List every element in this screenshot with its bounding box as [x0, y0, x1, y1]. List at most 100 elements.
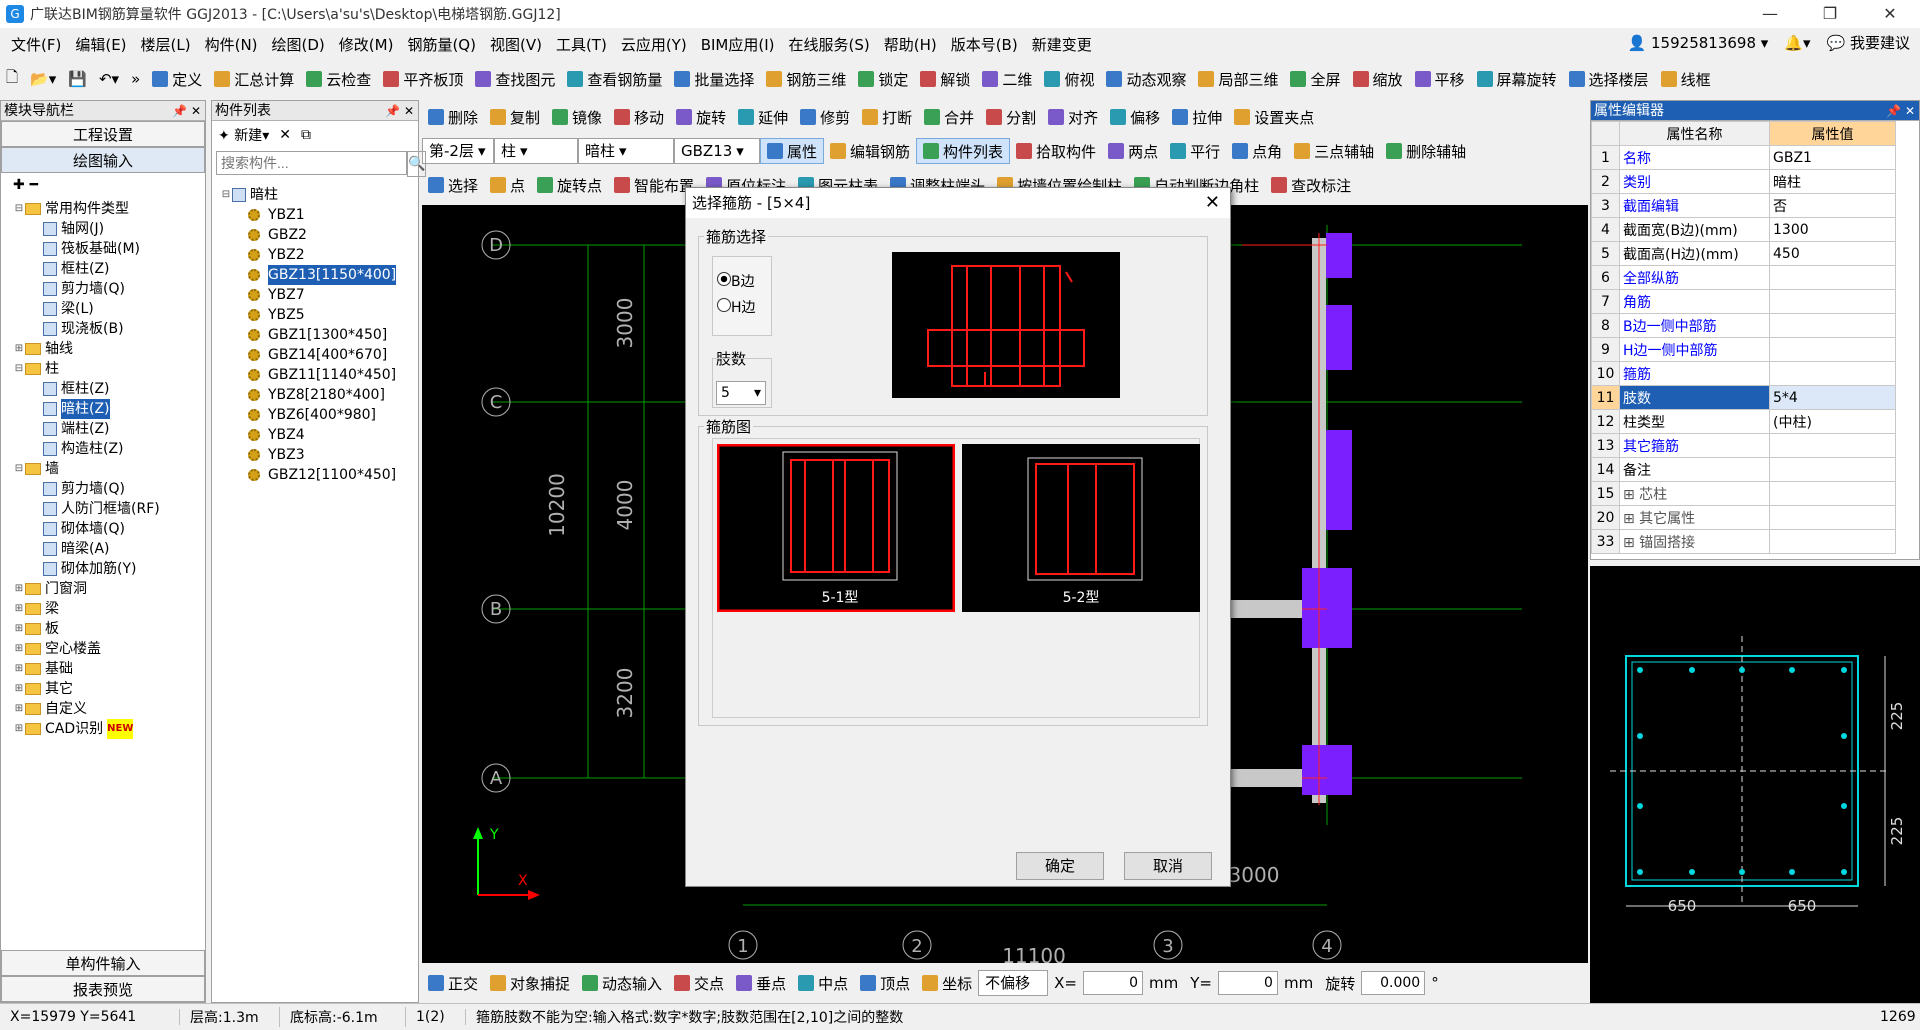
- nav-tree-item[interactable]: 筏板基础(M): [13, 239, 205, 259]
- snap-button-5[interactable]: 中点: [792, 970, 854, 996]
- nav-tree-item[interactable]: ⊞ 空心楼盖: [13, 639, 205, 659]
- nav-tree-item[interactable]: 砌体墙(Q): [13, 519, 205, 539]
- tb2-button-5[interactable]: 延伸: [732, 104, 794, 130]
- tb1-button-11[interactable]: 俯视: [1038, 66, 1100, 92]
- menu-item-3[interactable]: 构件(N): [198, 34, 265, 55]
- prop-value[interactable]: 450: [1769, 241, 1896, 266]
- new-component-button[interactable]: ✦ 新建▾: [218, 125, 269, 145]
- stirrup-type-5-1[interactable]: 5-1型: [717, 444, 955, 612]
- component-item[interactable]: YBZ3: [220, 445, 418, 465]
- prop-value[interactable]: [1769, 337, 1896, 362]
- radio-h-side[interactable]: H边: [717, 295, 771, 321]
- tb1-button-4[interactable]: 查找图元: [469, 66, 561, 92]
- property-row[interactable]: 11 肢数 5*4: [1591, 385, 1896, 410]
- project-settings-button[interactable]: 工程设置: [1, 121, 205, 147]
- nav-tree-item[interactable]: 剪力墙(Q): [13, 479, 205, 499]
- prop-value[interactable]: 5*4: [1769, 385, 1896, 410]
- element-select[interactable]: GBZ13 ▾: [674, 138, 760, 164]
- floor-select[interactable]: 第-2层 ▾: [422, 138, 494, 164]
- tb2-button-0[interactable]: 删除: [422, 104, 484, 130]
- prop-value[interactable]: 否: [1769, 193, 1896, 218]
- offset-select[interactable]: 不偏移: [978, 970, 1049, 996]
- close-window-button[interactable]: ✕: [1860, 0, 1920, 28]
- nav-tree-item[interactable]: 轴网(J): [13, 219, 205, 239]
- tb2-button-7[interactable]: 打断: [856, 104, 918, 130]
- menu-item-1[interactable]: 编辑(E): [68, 34, 133, 55]
- nav-tree-item[interactable]: ⊞ 基础: [13, 659, 205, 679]
- tb1-button-15[interactable]: 缩放: [1347, 66, 1409, 92]
- radio-b-side[interactable]: B边: [717, 269, 771, 295]
- x-input[interactable]: 0: [1082, 971, 1143, 995]
- tb3-button-4[interactable]: 两点: [1102, 138, 1164, 164]
- nav-tree-item[interactable]: 暗柱(Z): [13, 399, 205, 419]
- snap-button-3[interactable]: 交点: [668, 970, 730, 996]
- snap-button-6[interactable]: 顶点: [854, 970, 916, 996]
- prop-value[interactable]: [1769, 265, 1896, 290]
- snap-button-2[interactable]: 动态输入: [576, 970, 668, 996]
- type-select[interactable]: 柱 ▾: [494, 138, 578, 164]
- component-item[interactable]: GBZ1[1300*450]: [220, 325, 418, 345]
- tree-expand-controls[interactable]: ✚ ━: [1, 173, 205, 199]
- menu-item-6[interactable]: 钢筋量(Q): [400, 34, 483, 55]
- property-row[interactable]: 1 名称 GBZ1: [1591, 145, 1896, 170]
- tb3-button-8[interactable]: 删除辅轴: [1380, 138, 1472, 164]
- leg-count-select[interactable]: 5 ▾: [716, 381, 766, 405]
- property-row[interactable]: 20 ⊞ 其它属性: [1591, 505, 1896, 530]
- menu-item-13[interactable]: 版本号(B): [944, 34, 1025, 55]
- single-input-button[interactable]: 单构件输入: [1, 950, 205, 976]
- prop-value[interactable]: 暗柱: [1769, 169, 1896, 194]
- menu-item-8[interactable]: 工具(T): [549, 34, 614, 55]
- nav-tree-item[interactable]: ⊞ 板: [13, 619, 205, 639]
- component-item[interactable]: YBZ5: [220, 305, 418, 325]
- nav-tree-item[interactable]: 砌体加筋(Y): [13, 559, 205, 579]
- tb1-button-18[interactable]: 选择楼层: [1563, 66, 1655, 92]
- nav-tree-item[interactable]: ⊞ 轴线: [13, 339, 205, 359]
- prop-value[interactable]: [1769, 313, 1896, 338]
- nav-tree-item[interactable]: 梁(L): [13, 299, 205, 319]
- tb4-button-2[interactable]: 旋转点: [531, 172, 608, 198]
- draw-input-button[interactable]: 绘图输入: [1, 147, 205, 173]
- component-search-input[interactable]: [216, 151, 407, 175]
- tb2-button-9[interactable]: 分割: [980, 104, 1042, 130]
- component-item[interactable]: GBZ12[1100*450]: [220, 465, 418, 485]
- nav-tree-item[interactable]: 暗梁(A): [13, 539, 205, 559]
- menu-item-14[interactable]: 新建变更: [1025, 34, 1099, 55]
- tb2-button-10[interactable]: 对齐: [1042, 104, 1104, 130]
- tb2-button-8[interactable]: 合并: [918, 104, 980, 130]
- tb4-button-1[interactable]: 点: [484, 172, 531, 198]
- delete-icon[interactable]: ✕: [279, 127, 291, 143]
- property-row[interactable]: 15 ⊞ 芯柱: [1591, 481, 1896, 506]
- user-phone[interactable]: 👤 15925813698 ▾: [1628, 34, 1769, 52]
- menu-item-2[interactable]: 楼层(L): [134, 34, 198, 55]
- dialog-close-button[interactable]: ✕: [1205, 188, 1220, 218]
- tb1-button-19[interactable]: 线框: [1655, 66, 1717, 92]
- tb1-button-9[interactable]: 解锁: [914, 66, 976, 92]
- tb3-button-0[interactable]: 属性: [760, 138, 825, 164]
- tb3-button-5[interactable]: 平行: [1164, 138, 1226, 164]
- menu-item-7[interactable]: 视图(V): [483, 34, 549, 55]
- cancel-button[interactable]: 取消: [1124, 852, 1212, 880]
- nav-tree-item[interactable]: ⊞ CAD识别 NEW: [13, 719, 205, 739]
- menu-item-11[interactable]: 在线服务(S): [781, 34, 876, 55]
- nav-tree-item[interactable]: 现浇板(B): [13, 319, 205, 339]
- component-item[interactable]: GBZ13[1150*400]: [220, 265, 418, 285]
- tb1-button-14[interactable]: 全屏: [1284, 66, 1346, 92]
- tb1-button-0[interactable]: 定义: [146, 66, 208, 92]
- tb2-button-6[interactable]: 修剪: [794, 104, 856, 130]
- tb2-button-4[interactable]: 旋转: [670, 104, 732, 130]
- pin-icon[interactable]: 📌 ✕: [1886, 101, 1915, 121]
- nav-tree-item[interactable]: ⊟ 墙: [13, 459, 205, 479]
- pin-icon[interactable]: 📌 ✕: [385, 101, 414, 121]
- property-row[interactable]: 14 备注: [1591, 457, 1896, 482]
- property-row[interactable]: 3 截面编辑否: [1591, 193, 1896, 218]
- prop-value[interactable]: [1769, 433, 1896, 458]
- tb2-button-12[interactable]: 拉伸: [1166, 104, 1228, 130]
- tb2-button-3[interactable]: 移动: [608, 104, 670, 130]
- prop-value[interactable]: [1769, 481, 1896, 506]
- copy-icon[interactable]: ⧉: [301, 127, 311, 143]
- tb1-button-17[interactable]: 屏幕旋转: [1471, 66, 1563, 92]
- property-row[interactable]: 33 ⊞ 锚固搭接: [1591, 529, 1896, 554]
- nav-tree-item[interactable]: ⊞ 梁: [13, 599, 205, 619]
- prop-value[interactable]: 1300: [1769, 217, 1896, 242]
- component-item[interactable]: GBZ2: [220, 225, 418, 245]
